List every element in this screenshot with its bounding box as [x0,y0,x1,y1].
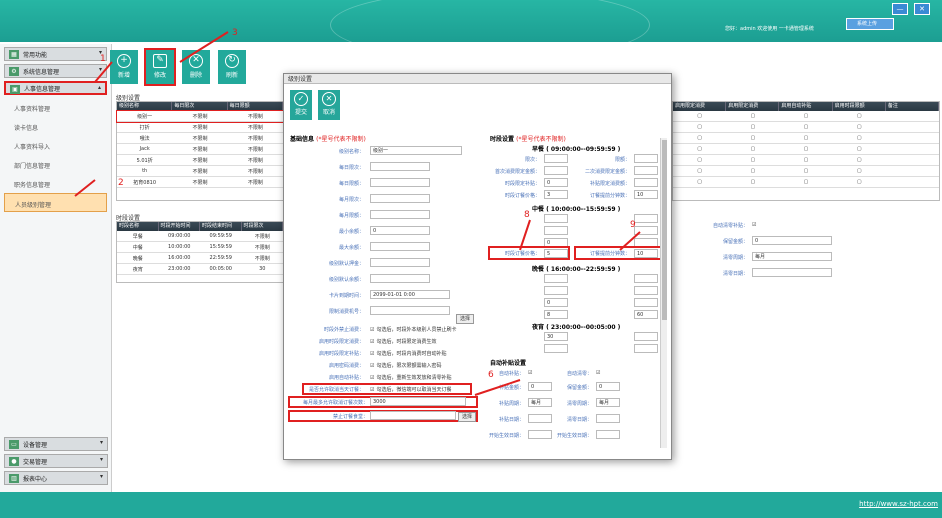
footer-link[interactable]: http://www.sz-hpt.com [859,500,938,508]
annotation-arrows [74,31,641,396]
footer-bar: http://www.sz-hpt.com [0,492,942,518]
